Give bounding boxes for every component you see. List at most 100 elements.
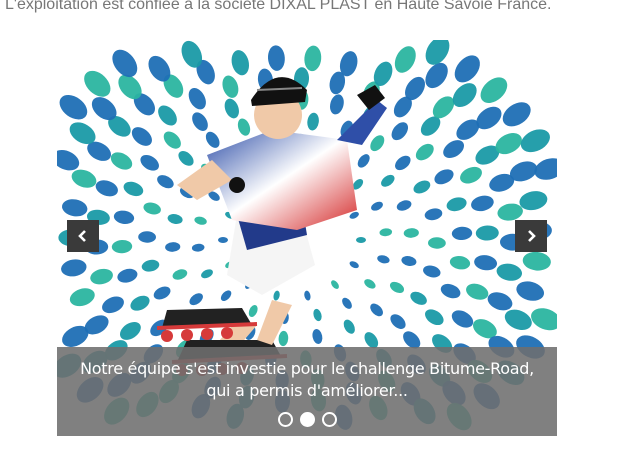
halftone-dot [248,305,258,317]
halftone-dot [153,286,171,300]
halftone-dot [410,291,427,305]
halftone-dot [480,77,508,103]
slider-pagination [57,412,557,428]
halftone-dot [471,195,494,212]
halftone-dot [454,55,480,83]
halftone-dot [141,259,160,272]
halftone-dot [349,261,359,269]
intro-paragraph: L'exploitation est confiée à la société … [5,0,552,13]
prev-slide-button[interactable] [67,220,99,252]
halftone-dot [451,310,474,328]
halftone-dot [59,94,88,120]
halftone-dot [395,155,411,171]
halftone-dot [191,243,205,252]
halftone-dot [138,231,156,243]
halftone-dot [516,281,545,301]
halftone-dot [434,169,454,185]
halftone-dot [143,202,161,215]
halftone-dot [475,225,499,241]
halftone-dot [424,208,443,221]
halftone-dot [117,268,138,283]
pagination-dot-2[interactable] [299,412,315,427]
halftone-dot [278,330,289,347]
halftone-dot [487,292,513,311]
halftone-dot [304,45,322,72]
halftone-dot [224,98,239,119]
halftone-dot [331,280,339,289]
halftone-dot [502,102,531,127]
halftone-dot [165,242,181,252]
halftone-dot [377,255,390,264]
halftone-dot [102,296,124,314]
halftone-dot [62,199,88,217]
halftone-dot [201,269,213,279]
halftone-dot [220,290,232,301]
halftone-dot [218,237,228,243]
halftone-dot [273,290,280,301]
halftone-dot [423,265,441,278]
halftone-dot [84,70,111,97]
halftone-dot [90,268,113,285]
halftone-dot [446,197,467,212]
chevron-right-icon [528,230,536,242]
halftone-dot [443,140,465,159]
halftone-dot [157,175,174,189]
pagination-dot-3[interactable] [321,412,337,427]
halftone-dot [304,290,311,301]
halftone-dot [460,166,482,184]
halftone-dot [130,295,150,311]
halftone-dot [69,288,95,307]
halftone-dot [342,297,352,309]
halftone-dot [123,181,144,197]
halftone-dot [504,309,532,330]
halftone-dot [329,94,344,115]
halftone-dot [394,46,416,73]
halftone-dot [172,269,188,280]
halftone-dot [390,314,406,329]
halftone-dot [474,255,498,271]
next-slide-button[interactable] [515,220,547,252]
pagination-dot-1[interactable] [277,412,293,427]
halftone-dot [140,154,159,171]
halftone-dot [131,127,152,146]
halftone-dot [189,293,203,306]
halftone-dot [449,255,471,270]
halftone-dot [167,214,183,224]
halftone-dot [163,131,181,149]
halftone-dot [356,237,366,243]
halftone-dot [343,319,355,334]
halftone-dot [178,151,194,166]
halftone-dot [71,169,97,188]
halftone-dot [205,131,220,148]
halftone-dot [389,281,405,293]
halftone-dot [267,45,285,71]
halftone-dot [534,158,557,180]
image-slider[interactable]: Notre équipe s'est investie pour le chal… [57,40,557,436]
halftone-dot [522,251,551,271]
halftone-dot [391,122,409,141]
halftone-dot [371,201,383,211]
caption-text: Notre équipe s'est investie pour le chal… [80,359,534,400]
halftone-dot [158,105,177,126]
halftone-dot [379,228,393,237]
page: L'exploitation est confiée à la société … [0,0,625,450]
halftone-dot [440,283,461,299]
halftone-dot [425,309,444,326]
halftone-dot [451,226,473,241]
halftone-dot [111,239,133,254]
halftone-dot [370,135,385,152]
halftone-dot [307,112,319,131]
halftone-dot [415,143,434,161]
halftone-dot [119,321,141,340]
halftone-dot [194,216,207,225]
halftone-dot [403,228,419,238]
halftone-dot [381,174,395,187]
halftone-dot [413,180,431,194]
halftone-dot [496,263,522,281]
halftone-dot [110,152,133,170]
halftone-dot [520,129,550,153]
halftone-dot [466,283,489,300]
halftone-dot [192,112,208,131]
halftone-dot [222,75,239,98]
halftone-dot [95,180,118,197]
